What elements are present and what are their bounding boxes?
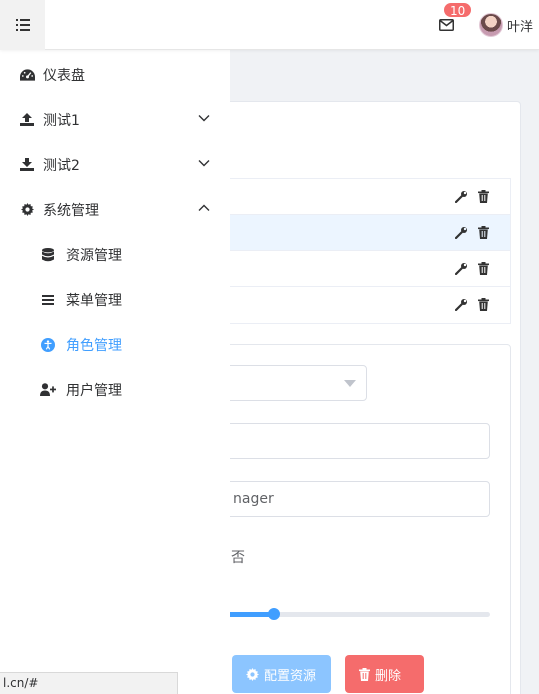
accessibility-icon xyxy=(40,337,56,353)
config-resource-label: 配置资源 xyxy=(264,668,317,684)
sort-slider[interactable] xyxy=(226,608,490,620)
wrench-icon[interactable] xyxy=(454,297,468,311)
sidebar-item-label: 菜单管理 xyxy=(66,292,122,309)
wrench-icon[interactable] xyxy=(454,189,468,203)
wrench-icon[interactable] xyxy=(454,261,468,275)
chevron-down-icon xyxy=(198,115,210,122)
header-right: 10 叶洋 xyxy=(437,0,533,50)
slider-fill xyxy=(226,612,274,617)
trash-icon[interactable] xyxy=(476,261,490,275)
sidebar-subitem-users[interactable]: 用户管理 xyxy=(0,367,230,412)
notifications-button[interactable]: 10 xyxy=(437,2,473,35)
sidebar-item-label: 测试2 xyxy=(43,157,80,174)
table-row[interactable] xyxy=(201,251,510,287)
sidebar-item-label: 用户管理 xyxy=(66,382,122,399)
delete-button[interactable]: 删除 xyxy=(345,655,424,693)
chevron-up-icon xyxy=(198,204,210,211)
sidebar-item-label: 测试1 xyxy=(43,112,80,129)
wrench-icon[interactable] xyxy=(454,225,468,239)
table-row[interactable] xyxy=(201,179,510,215)
role-table xyxy=(200,178,511,324)
sidebar-subitem-resources[interactable]: 资源管理 xyxy=(0,232,230,277)
browser-status-url: l.cn/# xyxy=(0,672,178,694)
config-resource-button[interactable]: 配置资源 xyxy=(232,655,331,693)
notification-badge: 10 xyxy=(442,2,473,18)
delete-label: 删除 xyxy=(375,668,402,684)
avatar[interactable] xyxy=(478,13,503,37)
user-plus-icon xyxy=(40,382,56,398)
role-name-input[interactable]: nager xyxy=(200,481,490,517)
username[interactable]: 叶洋 xyxy=(507,16,533,35)
sidebar-item-system[interactable]: 系统管理 xyxy=(0,187,230,232)
mail-icon xyxy=(439,19,455,31)
chevron-down-icon xyxy=(344,380,356,387)
menu-list-icon xyxy=(15,19,30,31)
sidebar-subitem-menus[interactable]: 菜单管理 xyxy=(0,277,230,322)
sidebar-item-label: 资源管理 xyxy=(66,247,122,264)
sidebar-item-label: 系统管理 xyxy=(43,202,99,219)
chevron-down-icon xyxy=(198,160,210,167)
menu-toggle-button[interactable] xyxy=(0,0,45,50)
sidebar-item-test2[interactable]: 测试2 xyxy=(0,142,230,187)
trash-icon[interactable] xyxy=(476,189,490,203)
trash-icon[interactable] xyxy=(476,225,490,239)
trash-icon[interactable] xyxy=(476,297,490,311)
dashboard-icon xyxy=(19,67,35,83)
slider-handle[interactable] xyxy=(267,608,280,620)
table-row[interactable] xyxy=(201,215,510,251)
trash-icon xyxy=(359,667,370,681)
gear-icon xyxy=(19,202,35,218)
sidebar-item-label: 仪表盘 xyxy=(43,67,85,84)
download-icon xyxy=(19,157,35,173)
sidebar-item-dashboard[interactable]: 仪表盘 xyxy=(0,52,230,97)
upload-icon xyxy=(19,112,35,128)
top-header: 10 叶洋 xyxy=(0,0,539,50)
database-icon xyxy=(40,247,56,263)
sidebar-item-label: 角色管理 xyxy=(66,337,122,354)
table-row[interactable] xyxy=(201,287,510,323)
radio-no-label[interactable]: 否 xyxy=(231,547,245,567)
sidebar: 仪表盘 测试1 测试2 系统管理 资源管理 菜单管理 角色管理 用户管理 xyxy=(0,50,230,694)
list-icon xyxy=(40,292,56,308)
gear-icon xyxy=(246,667,259,681)
sidebar-item-test1[interactable]: 测试1 xyxy=(0,97,230,142)
sidebar-subitem-roles[interactable]: 角色管理 xyxy=(0,322,230,367)
role-code-input[interactable] xyxy=(200,423,490,459)
